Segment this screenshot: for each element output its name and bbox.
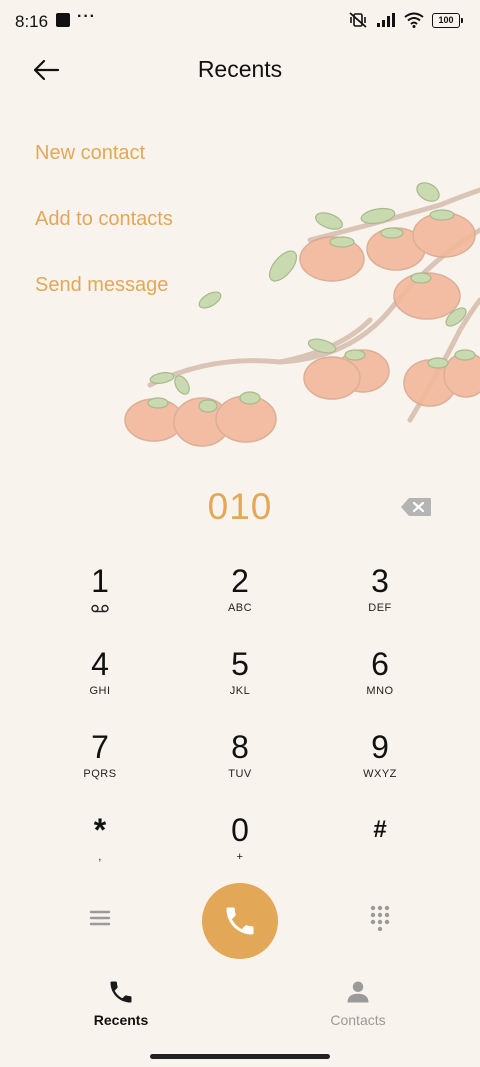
cellular-signal-icon <box>377 13 395 27</box>
key-digit: 6 <box>371 646 389 682</box>
key-6[interactable]: 6 MNO <box>320 640 440 712</box>
key-digit: 0 <box>231 812 249 848</box>
phone-icon <box>110 981 132 1003</box>
key-digit: 8 <box>231 729 249 765</box>
backspace-icon <box>401 498 431 516</box>
key-1[interactable]: 1 <box>40 557 160 629</box>
key-digit: 3 <box>371 563 389 599</box>
page-title: Recents <box>197 56 283 82</box>
tab-recents[interactable]: Recents <box>61 978 181 1034</box>
new-contact-link[interactable]: New contact <box>35 142 145 165</box>
key-letters: DEF <box>368 602 392 614</box>
back-button[interactable] <box>28 52 64 88</box>
dialpad-icon <box>370 905 390 931</box>
key-letters: , <box>98 851 102 863</box>
key-3[interactable]: 3 DEF <box>320 557 440 629</box>
back-arrow-icon <box>33 59 60 81</box>
key-letters: MNO <box>366 685 394 697</box>
tab-label: Contacts <box>330 1012 386 1028</box>
key-hash[interactable]: # <box>320 806 440 878</box>
status-icons: 100 <box>348 11 463 29</box>
phone-icon <box>226 907 254 935</box>
menu-icon <box>89 910 111 926</box>
key-letters: + <box>236 851 244 863</box>
key-letters: WXYZ <box>363 768 397 780</box>
muted-vibrate-icon <box>349 12 367 28</box>
key-7[interactable]: 7 PQRS <box>40 723 160 795</box>
key-5[interactable]: 5 JKL <box>180 640 300 712</box>
key-4[interactable]: 4 GHI <box>40 640 160 712</box>
battery-icon: 100 <box>432 12 463 28</box>
tab-contacts[interactable]: Contacts <box>298 978 418 1034</box>
key-letters: GHI <box>89 685 111 697</box>
key-letters: PQRS <box>83 768 117 780</box>
more-notifications-indicator: ··· <box>77 8 96 25</box>
key-digit: 1 <box>91 563 109 599</box>
key-star[interactable]: * , <box>40 806 160 878</box>
key-digit: 7 <box>91 729 109 765</box>
app-square-icon <box>56 13 70 27</box>
status-time: 8:16 <box>15 12 49 31</box>
key-0[interactable]: 0 + <box>180 806 300 878</box>
key-digit: 2 <box>231 563 249 599</box>
dialed-number-display: 010 <box>207 486 273 527</box>
status-bar: 8:16 ··· 100 <box>0 0 480 42</box>
tab-label: Recents <box>93 1012 149 1028</box>
key-9[interactable]: 9 WXYZ <box>320 723 440 795</box>
key-2[interactable]: 2 ABC <box>180 557 300 629</box>
persimmon-branch-illustration <box>124 182 480 447</box>
call-button[interactable] <box>202 883 278 959</box>
voicemail-icon <box>91 604 109 613</box>
menu-button[interactable] <box>80 898 120 938</box>
dialpad-toggle-button[interactable] <box>360 898 400 938</box>
home-indicator[interactable] <box>150 1054 330 1059</box>
key-digit: 4 <box>91 646 109 682</box>
key-digit: 5 <box>231 646 249 682</box>
wifi-icon <box>404 12 424 28</box>
key-8[interactable]: 8 TUV <box>180 723 300 795</box>
key-letters: JKL <box>229 685 251 697</box>
key-digit: # <box>373 816 387 843</box>
key-letters: TUV <box>228 768 252 780</box>
backspace-button[interactable] <box>398 494 434 520</box>
person-icon <box>347 981 369 1003</box>
key-letters: ABC <box>227 602 253 614</box>
key-digit: * <box>93 812 107 848</box>
key-digit: 9 <box>371 729 389 765</box>
